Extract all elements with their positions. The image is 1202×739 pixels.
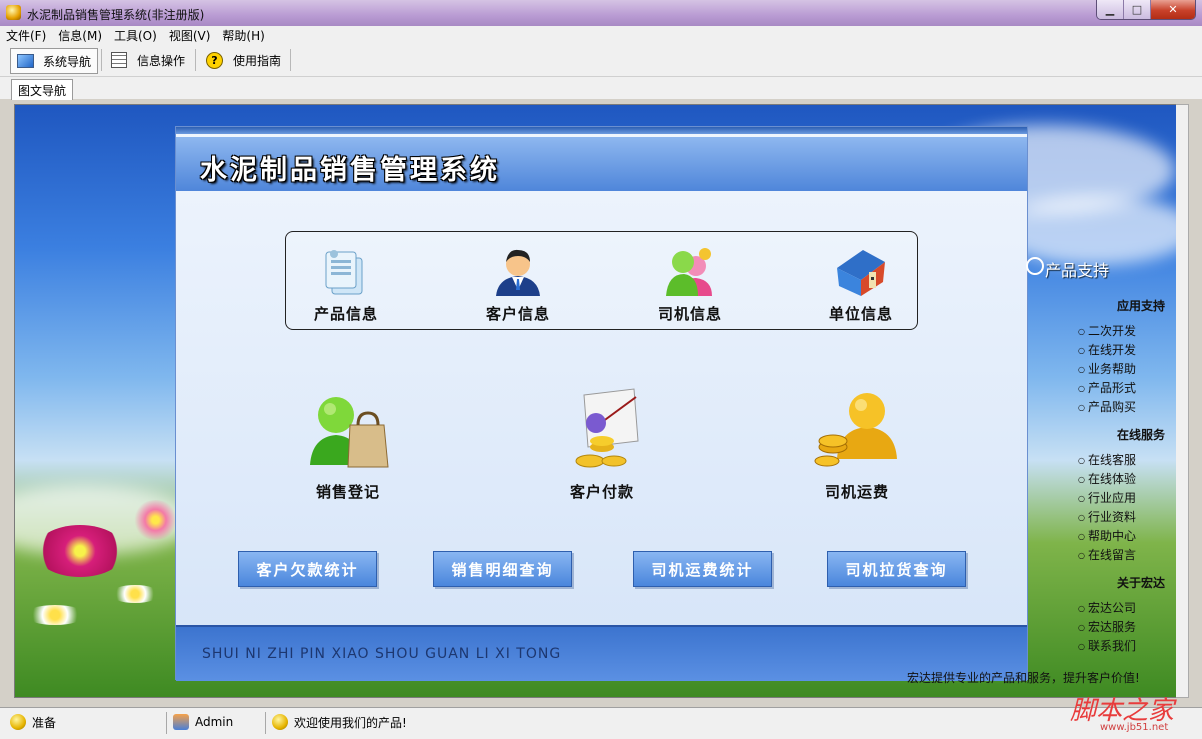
flower-image	[35, 525, 125, 577]
menu-bar: 文件(F) 信息(M) 工具(O) 视图(V) 帮助(H)	[0, 26, 1202, 45]
grid-icon	[111, 52, 127, 68]
link-online-trial[interactable]: 在线体验	[1078, 470, 1136, 487]
toolbar: 系统导航 信息操作 ? 使用指南	[0, 45, 1202, 77]
driver-haul-query-button[interactable]: 司机拉货查询	[827, 551, 966, 587]
driver-freight-label: 司机运费	[824, 483, 889, 501]
status-divider	[265, 712, 266, 734]
driver-freight-shortcut[interactable]: 司机运费	[777, 385, 937, 505]
link-contact-us[interactable]: 联系我们	[1078, 637, 1136, 654]
user-icon	[173, 714, 189, 730]
link-secondary-development[interactable]: 二次开发	[1078, 322, 1136, 339]
main-panel: 水泥制品销售管理系统 产品信息 客户信息 司机信息 单位信息 销售登记 客户付款…	[175, 126, 1028, 681]
sales-register-shortcut[interactable]: 销售登记	[268, 385, 428, 505]
gold-person-icon	[814, 393, 897, 467]
section-heading: 应用支持	[1116, 299, 1165, 313]
link-online-service[interactable]: 在线客服	[1078, 451, 1136, 468]
system-nav-button[interactable]: 系统导航	[10, 48, 99, 74]
unit-info-label: 单位信息	[828, 305, 893, 323]
customer-info-label: 客户信息	[485, 305, 550, 323]
info-ops-button[interactable]: 信息操作	[105, 48, 191, 72]
flower-image	[133, 500, 178, 540]
window-title: 水泥制品销售管理系统(非注册版)	[27, 8, 205, 22]
driver-icon	[666, 248, 712, 296]
status-ready: 准备	[10, 711, 56, 733]
close-button[interactable]: ✕	[1150, 0, 1195, 19]
status-bar: 准备 Admin 欢迎使用我们的产品!	[0, 707, 1202, 739]
section-heading: 在线服务	[1116, 428, 1165, 442]
monitor-icon	[17, 54, 34, 68]
status-welcome-text: 欢迎使用我们的产品!	[294, 715, 407, 730]
status-ready-text: 准备	[32, 715, 57, 730]
lightbulb-icon	[272, 714, 288, 730]
link-company-service[interactable]: 宏达服务	[1078, 618, 1136, 635]
status-divider	[166, 712, 167, 734]
info-ops-label: 信息操作	[137, 53, 186, 68]
sidebar-title: 产品支持	[1045, 261, 1110, 280]
window-titlebar: 水泥制品销售管理系统(非注册版) ▁ □ ✕	[0, 0, 1202, 26]
product-info-icon	[325, 250, 363, 295]
lightbulb-icon	[10, 714, 26, 730]
link-industry-application[interactable]: 行业应用	[1078, 489, 1136, 506]
product-info-label: 产品信息	[313, 305, 378, 323]
watermark-url: www.jb51.net	[1100, 722, 1169, 733]
customer-info-shortcut[interactable]: 客户信息	[448, 232, 588, 329]
payment-scroll-icon	[575, 388, 639, 468]
side-strip	[1176, 104, 1189, 698]
maximize-button[interactable]: □	[1123, 0, 1150, 19]
panel-title: 水泥制品销售管理系统	[200, 155, 500, 186]
menu-info[interactable]: 信息(M)	[52, 27, 108, 44]
panel-header: 水泥制品销售管理系统	[176, 137, 1027, 191]
menu-tools[interactable]: 工具(O)	[108, 27, 163, 44]
link-company[interactable]: 宏达公司	[1078, 599, 1136, 616]
help-icon: ?	[206, 51, 223, 69]
minimize-button[interactable]: ▁	[1097, 0, 1123, 19]
driver-freight-stats-button[interactable]: 司机运费统计	[633, 551, 772, 587]
status-user-text: Admin	[195, 715, 234, 729]
customer-icon	[496, 249, 540, 296]
toolbar-separator	[101, 49, 102, 71]
link-help-center[interactable]: 帮助中心	[1078, 527, 1136, 544]
flower-image	[110, 585, 160, 603]
customer-payment-label: 客户付款	[569, 483, 634, 501]
customer-debt-stats-button[interactable]: 客户欠款统计	[238, 551, 377, 587]
user-guide-button[interactable]: ? 使用指南	[200, 48, 287, 72]
link-online-message[interactable]: 在线留言	[1078, 546, 1136, 563]
driver-info-shortcut[interactable]: 司机信息	[620, 232, 760, 329]
panel-top-band	[176, 127, 1027, 134]
building-icon	[837, 250, 885, 296]
sales-register-label: 销售登记	[315, 483, 380, 501]
link-business-help[interactable]: 业务帮助	[1078, 360, 1136, 377]
product-info-shortcut[interactable]: 产品信息	[276, 232, 416, 329]
product-support-sidebar: 产品支持 应用支持 二次开发 在线开发 业务帮助 产品形式 产品购买 在线服务 …	[1026, 240, 1175, 696]
driver-info-label: 司机信息	[657, 305, 722, 323]
link-product-purchase[interactable]: 产品购买	[1078, 398, 1136, 415]
unit-info-shortcut[interactable]: 单位信息	[791, 232, 931, 329]
customer-payment-shortcut[interactable]: 客户付款	[522, 385, 682, 505]
status-user: Admin	[173, 711, 233, 733]
window-controls: ▁ □ ✕	[1096, 0, 1196, 20]
support-icon	[1026, 257, 1044, 275]
menu-file[interactable]: 文件(F)	[0, 27, 52, 44]
system-nav-label: 系统导航	[43, 54, 92, 69]
pinyin-title: SHUI NI ZHI PIN XIAO SHOU GUAN LI XI TON…	[202, 646, 562, 662]
link-online-development[interactable]: 在线开发	[1078, 341, 1136, 358]
sales-bag-icon	[310, 397, 389, 468]
status-welcome: 欢迎使用我们的产品!	[272, 711, 407, 733]
section-heading: 关于宏达	[1116, 576, 1165, 590]
user-guide-label: 使用指南	[233, 53, 282, 68]
scrolling-ticker: 宏达提供专业的产品和服务，提升客户价值!	[907, 671, 1140, 685]
flower-image	[25, 605, 85, 625]
toolbar-separator	[290, 49, 291, 71]
app-icon	[6, 5, 21, 20]
menu-help[interactable]: 帮助(H)	[216, 27, 270, 44]
link-industry-materials[interactable]: 行业资料	[1078, 508, 1136, 525]
link-product-form[interactable]: 产品形式	[1078, 379, 1136, 396]
panel-footer: SHUI NI ZHI PIN XIAO SHOU GUAN LI XI TON…	[176, 625, 1027, 681]
toolbar-separator	[195, 49, 196, 71]
info-shortcut-box: 产品信息 客户信息 司机信息 单位信息	[285, 231, 918, 330]
tab-strip: 图文导航	[0, 77, 1202, 100]
tab-graphic-nav[interactable]: 图文导航	[11, 79, 74, 100]
sales-detail-query-button[interactable]: 销售明细查询	[433, 551, 572, 587]
menu-view[interactable]: 视图(V)	[163, 27, 217, 44]
